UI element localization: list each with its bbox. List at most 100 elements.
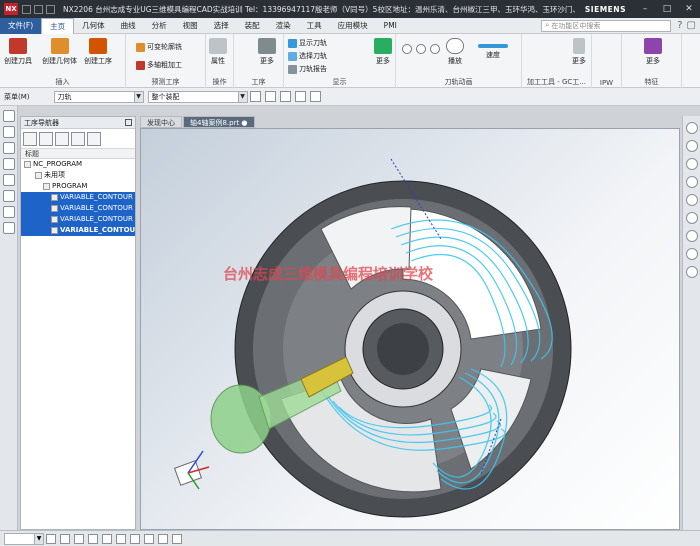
step-back-icon[interactable] bbox=[416, 44, 426, 54]
redo-icon[interactable] bbox=[46, 4, 55, 14]
minimize-button[interactable]: – bbox=[634, 4, 656, 14]
tree-item[interactable]: VARIABLE_CONTOUR bbox=[21, 225, 135, 236]
type-filter-select[interactable]: 刀轨 ▼ bbox=[53, 90, 144, 103]
machining-more-button[interactable]: 更多 bbox=[572, 38, 586, 66]
save-icon[interactable] bbox=[22, 4, 31, 14]
assembly-filter-select[interactable]: 整个装配 ▼ bbox=[147, 90, 248, 103]
maximize-button[interactable]: □ bbox=[656, 4, 678, 14]
snap-surface-icon[interactable] bbox=[144, 533, 154, 544]
create-operation-button[interactable]: 创建工序 bbox=[84, 38, 112, 66]
ribbon-search-input[interactable]: ⌕ 在功能区中搜索 bbox=[541, 19, 672, 32]
play-icon[interactable] bbox=[685, 176, 698, 188]
snap-curve-icon[interactable] bbox=[158, 533, 168, 544]
web-browser-icon[interactable] bbox=[2, 222, 15, 234]
operation-tree: NC_PROGRAM 未用项 PROGRAM VARIABLE_CONTOUR … bbox=[21, 159, 135, 236]
select-filter-icon[interactable] bbox=[249, 91, 261, 102]
menu-pmi[interactable]: PMI bbox=[376, 18, 405, 34]
tree-item[interactable]: 未用项 bbox=[21, 170, 135, 181]
speed-slider[interactable]: 速度 bbox=[478, 38, 508, 60]
folder-icon bbox=[24, 160, 31, 168]
menu-tools[interactable]: 工具 bbox=[299, 18, 330, 34]
fit-view-icon[interactable] bbox=[685, 230, 698, 242]
tab-part-file[interactable]: 轴4轴案例8.prt ● bbox=[183, 116, 255, 128]
menu-assembly[interactable]: 装配 bbox=[237, 18, 268, 34]
close-button[interactable]: ✕ bbox=[678, 4, 700, 14]
toolpath-report-button[interactable]: 刀轨报告 bbox=[288, 64, 327, 74]
machine-tool-icon[interactable] bbox=[2, 126, 15, 138]
tree-item[interactable]: VARIABLE_CONTOUR bbox=[21, 214, 135, 225]
program-view-icon[interactable] bbox=[23, 131, 37, 146]
group-insert: 创建刀具 创建几何体 创建工序 插入 bbox=[0, 34, 126, 88]
fit-icon[interactable] bbox=[294, 91, 306, 102]
menu-button[interactable]: 菜单(M) bbox=[0, 92, 34, 102]
create-geometry-button[interactable]: 创建几何体 bbox=[42, 38, 77, 66]
menu-geometry[interactable]: 几何体 bbox=[74, 18, 113, 34]
stop-icon[interactable] bbox=[430, 44, 440, 54]
menu-applications[interactable]: 应用模块 bbox=[330, 18, 376, 34]
snap-bounded-icon[interactable] bbox=[172, 533, 182, 544]
show-toolpath-button[interactable]: 显示刀轨 bbox=[288, 38, 327, 48]
tab-discovery-center[interactable]: 发现中心 bbox=[140, 116, 182, 128]
reuse-library-icon[interactable] bbox=[2, 190, 15, 202]
graphics-window[interactable]: 台州志成三维模具编程培训学校 bbox=[140, 128, 680, 530]
geometry-view-icon[interactable] bbox=[55, 131, 69, 146]
snap-point-icon[interactable] bbox=[46, 533, 56, 544]
tree-item[interactable]: VARIABLE_CONTOUR bbox=[21, 203, 135, 214]
snap-icon[interactable] bbox=[264, 91, 276, 102]
variable-contour-button[interactable]: 可变轮廓铣 bbox=[136, 42, 182, 52]
star-icon[interactable] bbox=[685, 194, 698, 206]
tree-item[interactable]: NC_PROGRAM bbox=[21, 159, 135, 170]
method-view-icon[interactable] bbox=[71, 131, 85, 146]
tree-item[interactable]: PROGRAM bbox=[21, 181, 135, 192]
part-navigator-icon[interactable] bbox=[2, 158, 15, 170]
hide-icon[interactable] bbox=[685, 158, 698, 170]
menu-render[interactable]: 渲染 bbox=[268, 18, 299, 34]
eye-icon[interactable] bbox=[685, 140, 698, 152]
menu-file[interactable]: 文件(F) bbox=[0, 17, 42, 34]
snap-intersect-icon[interactable] bbox=[116, 533, 126, 544]
view-select[interactable]: ▼ bbox=[4, 532, 44, 545]
machine-view-icon[interactable] bbox=[39, 131, 53, 146]
undo-icon[interactable] bbox=[34, 4, 43, 14]
show-hide-icon[interactable] bbox=[685, 248, 698, 260]
maximize-icon[interactable] bbox=[125, 119, 132, 126]
quick-access-toolbar[interactable] bbox=[22, 4, 55, 14]
column-header: 标题 bbox=[21, 149, 135, 159]
ops-more-button[interactable]: 更多 bbox=[258, 38, 276, 66]
menu-view[interactable]: 视图 bbox=[175, 18, 206, 34]
history-icon[interactable] bbox=[2, 174, 15, 186]
impeller-body bbox=[234, 180, 572, 518]
rewind-icon[interactable] bbox=[402, 44, 412, 54]
snap-quadrant-icon[interactable] bbox=[102, 533, 112, 544]
filter-icon[interactable] bbox=[87, 131, 101, 146]
snap-tangent-icon[interactable] bbox=[130, 533, 140, 544]
tree-item[interactable]: VARIABLE_CONTOUR bbox=[21, 192, 135, 203]
feature-more-button[interactable]: 更多 bbox=[644, 38, 662, 66]
menu-analysis[interactable]: 分析 bbox=[144, 18, 175, 34]
camera-icon[interactable] bbox=[685, 212, 698, 224]
snap-mid-icon[interactable] bbox=[74, 533, 84, 544]
snap-end-icon[interactable] bbox=[60, 533, 70, 544]
multi-axis-rough-button[interactable]: 多轴粗加工 bbox=[136, 60, 182, 70]
resource-bar bbox=[0, 106, 18, 530]
menu-home[interactable]: 主页 bbox=[41, 17, 75, 34]
background-icon[interactable] bbox=[685, 266, 698, 278]
create-tool-button[interactable]: 创建刀具 bbox=[4, 38, 32, 66]
assembly-navigator-icon[interactable] bbox=[2, 142, 15, 154]
color-palette-icon[interactable] bbox=[685, 122, 698, 134]
help-icon[interactable]: ? bbox=[677, 20, 682, 31]
play-button[interactable]: 播放 bbox=[446, 38, 464, 66]
view-icon[interactable] bbox=[279, 91, 291, 102]
render-style-icon[interactable] bbox=[309, 91, 321, 102]
window-icon[interactable]: ▢ bbox=[687, 20, 696, 31]
menu-select[interactable]: 选择 bbox=[206, 18, 237, 34]
menu-curve[interactable]: 曲线 bbox=[113, 18, 144, 34]
operation-icon bbox=[51, 193, 58, 201]
operation-navigator-icon[interactable] bbox=[2, 110, 15, 122]
properties-button[interactable]: 属性 bbox=[209, 38, 227, 66]
toolpath-report-icon bbox=[288, 64, 297, 74]
roles-icon[interactable] bbox=[2, 206, 15, 218]
snap-center-icon[interactable] bbox=[88, 533, 98, 544]
display-more-button[interactable]: 更多 bbox=[374, 38, 392, 66]
select-toolpath-button[interactable]: 选择刀轨 bbox=[288, 51, 327, 61]
